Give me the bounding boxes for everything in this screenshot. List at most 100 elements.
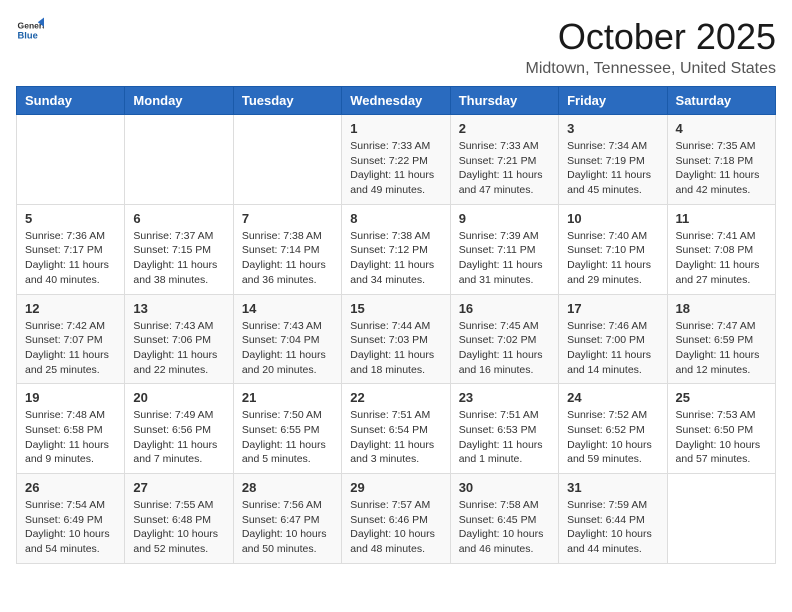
day-number: 11 <box>676 211 767 226</box>
day-info: Sunrise: 7:34 AMSunset: 7:19 PMDaylight:… <box>567 139 658 198</box>
day-number: 1 <box>350 121 441 136</box>
calendar-cell: 1 Sunrise: 7:33 AMSunset: 7:22 PMDaylight… <box>342 115 450 205</box>
day-info: Sunrise: 7:41 AMSunset: 7:08 PMDaylight:… <box>676 229 767 288</box>
header-friday: Friday <box>559 87 667 115</box>
calendar-week-5: 26 Sunrise: 7:54 AMSunset: 6:49 PMDayligh… <box>17 474 776 564</box>
day-info: Sunrise: 7:43 AMSunset: 7:06 PMDaylight:… <box>133 319 224 378</box>
calendar-cell: 29Sunrise: 7:57 AMSunset: 6:46 PMDayligh… <box>342 474 450 564</box>
svg-text:Blue: Blue <box>18 31 38 41</box>
calendar-table: Sunday Monday Tuesday Wednesday Thursday… <box>16 86 776 564</box>
calendar-cell <box>125 115 233 205</box>
day-number: 9 <box>459 211 550 226</box>
day-info: Sunrise: 7:36 AMSunset: 7:17 PMDaylight:… <box>25 229 116 288</box>
day-info: Sunrise: 7:38 AMSunset: 7:12 PMDaylight:… <box>350 229 441 288</box>
calendar-cell: 7 Sunrise: 7:38 AMSunset: 7:14 PMDaylight… <box>233 204 341 294</box>
day-number: 15 <box>350 301 441 316</box>
header-tuesday: Tuesday <box>233 87 341 115</box>
day-info: Sunrise: 7:47 AMSunset: 6:59 PMDaylight:… <box>676 319 767 378</box>
day-info: Sunrise: 7:51 AMSunset: 6:54 PMDaylight:… <box>350 408 441 467</box>
calendar-cell: 3Sunrise: 7:34 AMSunset: 7:19 PMDaylight… <box>559 115 667 205</box>
day-info: Sunrise: 7:53 AMSunset: 6:50 PMDaylight:… <box>676 408 767 467</box>
day-number: 18 <box>676 301 767 316</box>
day-info: Sunrise: 7:42 AMSunset: 7:07 PMDaylight:… <box>25 319 116 378</box>
day-number: 26 <box>25 480 116 495</box>
calendar-body: 1 Sunrise: 7:33 AMSunset: 7:22 PMDaylight… <box>17 115 776 564</box>
day-info: Sunrise: 7:50 AMSunset: 6:55 PMDaylight:… <box>242 408 333 467</box>
calendar-cell <box>17 115 125 205</box>
day-number: 12 <box>25 301 116 316</box>
month-title: October 2025 <box>525 16 776 58</box>
calendar-cell: 23 Sunrise: 7:51 AMSunset: 6:53 PMDayligh… <box>450 384 558 474</box>
calendar-cell: 10Sunrise: 7:40 AMSunset: 7:10 PMDayligh… <box>559 204 667 294</box>
day-info: Sunrise: 7:46 AMSunset: 7:00 PMDaylight:… <box>567 319 658 378</box>
day-info: Sunrise: 7:44 AMSunset: 7:03 PMDaylight:… <box>350 319 441 378</box>
day-info: Sunrise: 7:51 AMSunset: 6:53 PMDaylight:… <box>459 408 550 467</box>
day-info: Sunrise: 7:52 AMSunset: 6:52 PMDaylight:… <box>567 408 658 467</box>
day-info: Sunrise: 7:43 AMSunset: 7:04 PMDaylight:… <box>242 319 333 378</box>
day-number: 24 <box>567 390 658 405</box>
calendar-cell: 18 Sunrise: 7:47 AMSunset: 6:59 PMDayligh… <box>667 294 775 384</box>
calendar-cell <box>233 115 341 205</box>
day-info: Sunrise: 7:48 AMSunset: 6:58 PMDaylight:… <box>25 408 116 467</box>
day-info: Sunrise: 7:56 AMSunset: 6:47 PMDaylight:… <box>242 498 333 557</box>
day-number: 4 <box>676 121 767 136</box>
calendar-cell: 5 Sunrise: 7:36 AMSunset: 7:17 PMDaylight… <box>17 204 125 294</box>
day-info: Sunrise: 7:54 AMSunset: 6:49 PMDaylight:… <box>25 498 116 557</box>
day-number: 6 <box>133 211 224 226</box>
calendar-cell: 14 Sunrise: 7:43 AMSunset: 7:04 PMDayligh… <box>233 294 341 384</box>
calendar-cell: 25 Sunrise: 7:53 AMSunset: 6:50 PMDayligh… <box>667 384 775 474</box>
day-info: Sunrise: 7:59 AMSunset: 6:44 PMDaylight:… <box>567 498 658 557</box>
calendar-cell: 12 Sunrise: 7:42 AMSunset: 7:07 PMDayligh… <box>17 294 125 384</box>
calendar-week-2: 5 Sunrise: 7:36 AMSunset: 7:17 PMDaylight… <box>17 204 776 294</box>
day-number: 16 <box>459 301 550 316</box>
day-number: 19 <box>25 390 116 405</box>
day-info: Sunrise: 7:57 AMSunset: 6:46 PMDaylight:… <box>350 498 441 557</box>
day-info: Sunrise: 7:40 AMSunset: 7:10 PMDaylight:… <box>567 229 658 288</box>
day-number: 8 <box>350 211 441 226</box>
calendar-cell: 11 Sunrise: 7:41 AMSunset: 7:08 PMDayligh… <box>667 204 775 294</box>
calendar-cell: 26 Sunrise: 7:54 AMSunset: 6:49 PMDayligh… <box>17 474 125 564</box>
calendar-cell: 20Sunrise: 7:49 AMSunset: 6:56 PMDayligh… <box>125 384 233 474</box>
calendar-cell: 30 Sunrise: 7:58 AMSunset: 6:45 PMDayligh… <box>450 474 558 564</box>
header-monday: Monday <box>125 87 233 115</box>
header-saturday: Saturday <box>667 87 775 115</box>
page-header: General Blue October 2025 Midtown, Tenne… <box>16 16 776 78</box>
day-info: Sunrise: 7:37 AMSunset: 7:15 PMDaylight:… <box>133 229 224 288</box>
calendar-week-1: 1 Sunrise: 7:33 AMSunset: 7:22 PMDaylight… <box>17 115 776 205</box>
day-info: Sunrise: 7:39 AMSunset: 7:11 PMDaylight:… <box>459 229 550 288</box>
calendar-cell: 2 Sunrise: 7:33 AMSunset: 7:21 PMDaylight… <box>450 115 558 205</box>
day-number: 31 <box>567 480 658 495</box>
day-number: 2 <box>459 121 550 136</box>
day-info: Sunrise: 7:33 AMSunset: 7:22 PMDaylight:… <box>350 139 441 198</box>
day-info: Sunrise: 7:33 AMSunset: 7:21 PMDaylight:… <box>459 139 550 198</box>
day-number: 25 <box>676 390 767 405</box>
calendar-week-3: 12 Sunrise: 7:42 AMSunset: 7:07 PMDayligh… <box>17 294 776 384</box>
day-number: 27 <box>133 480 224 495</box>
day-number: 28 <box>242 480 333 495</box>
header-sunday: Sunday <box>17 87 125 115</box>
calendar-cell: 22 Sunrise: 7:51 AMSunset: 6:54 PMDayligh… <box>342 384 450 474</box>
calendar-cell: 21Sunrise: 7:50 AMSunset: 6:55 PMDayligh… <box>233 384 341 474</box>
day-number: 5 <box>25 211 116 226</box>
day-info: Sunrise: 7:35 AMSunset: 7:18 PMDaylight:… <box>676 139 767 198</box>
calendar-cell: 8 Sunrise: 7:38 AMSunset: 7:12 PMDaylight… <box>342 204 450 294</box>
day-info: Sunrise: 7:58 AMSunset: 6:45 PMDaylight:… <box>459 498 550 557</box>
calendar-cell: 13 Sunrise: 7:43 AMSunset: 7:06 PMDayligh… <box>125 294 233 384</box>
day-info: Sunrise: 7:55 AMSunset: 6:48 PMDaylight:… <box>133 498 224 557</box>
day-number: 7 <box>242 211 333 226</box>
calendar-cell <box>667 474 775 564</box>
calendar-cell: 9 Sunrise: 7:39 AMSunset: 7:11 PMDaylight… <box>450 204 558 294</box>
day-number: 23 <box>459 390 550 405</box>
calendar-cell: 31 Sunrise: 7:59 AMSunset: 6:44 PMDayligh… <box>559 474 667 564</box>
calendar-cell: 16Sunrise: 7:45 AMSunset: 7:02 PMDayligh… <box>450 294 558 384</box>
day-number: 13 <box>133 301 224 316</box>
day-number: 14 <box>242 301 333 316</box>
day-info: Sunrise: 7:49 AMSunset: 6:56 PMDaylight:… <box>133 408 224 467</box>
day-number: 30 <box>459 480 550 495</box>
weekday-row: Sunday Monday Tuesday Wednesday Thursday… <box>17 87 776 115</box>
calendar-cell: 6 Sunrise: 7:37 AMSunset: 7:15 PMDaylight… <box>125 204 233 294</box>
day-info: Sunrise: 7:38 AMSunset: 7:14 PMDaylight:… <box>242 229 333 288</box>
day-number: 22 <box>350 390 441 405</box>
calendar-cell: 15 Sunrise: 7:44 AMSunset: 7:03 PMDayligh… <box>342 294 450 384</box>
calendar-cell: 4 Sunrise: 7:35 AMSunset: 7:18 PMDaylight… <box>667 115 775 205</box>
